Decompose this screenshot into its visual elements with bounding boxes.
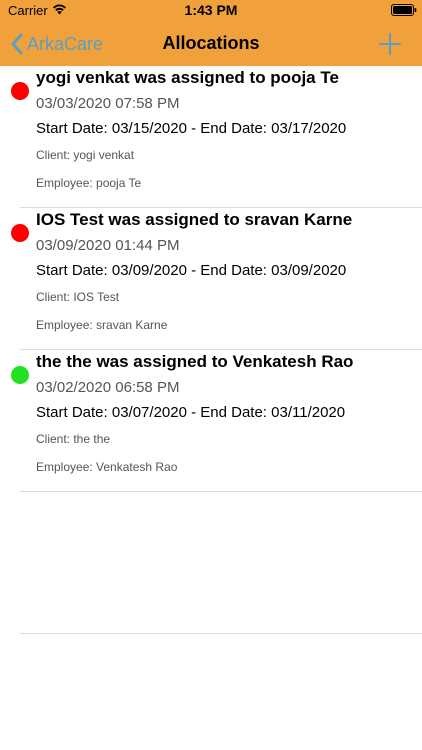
allocation-client: Client: the the (36, 432, 111, 446)
allocation-client: Client: yogi venkat (36, 148, 135, 162)
battery-full-icon (391, 4, 417, 16)
allocation-date-range: Start Date: 03/09/2020 - End Date: 03/09… (36, 262, 347, 279)
allocation-created-timestamp: 03/02/2020 06:58 PM (36, 379, 180, 396)
allocations-list: yogi venkat was assigned to pooja Te 03/… (0, 66, 422, 634)
allocation-created-timestamp: 03/03/2020 07:58 PM (36, 95, 180, 112)
empty-table-row (0, 492, 422, 634)
allocation-date-range: Start Date: 03/15/2020 - End Date: 03/17… (36, 120, 347, 137)
plus-icon[interactable] (378, 32, 402, 56)
allocation-title: the the was assigned to Venkatesh Rao (36, 352, 354, 371)
allocation-employee: Employee: Venkatesh Rao (36, 460, 178, 474)
allocation-date-range: Start Date: 03/07/2020 - End Date: 03/11… (36, 404, 346, 421)
status-bar: Carrier 1:43 PM (0, 0, 422, 22)
status-indicator-dot (11, 224, 29, 242)
allocation-row[interactable]: IOS Test was assigned to sravan Karne 03… (0, 208, 422, 350)
page-title: Allocations (162, 33, 260, 53)
allocation-employee: Employee: pooja Te (36, 176, 142, 190)
allocation-row[interactable]: yogi venkat was assigned to pooja Te 03/… (0, 66, 422, 208)
allocation-created-timestamp: 03/09/2020 01:44 PM (36, 237, 180, 254)
allocation-client: Client: IOS Test (36, 290, 120, 304)
allocation-row[interactable]: the the was assigned to Venkatesh Rao 03… (0, 350, 422, 492)
status-indicator-dot (11, 366, 29, 384)
status-indicator-dot (11, 82, 29, 100)
allocation-title: yogi venkat was assigned to pooja Te (36, 68, 339, 87)
navigation-bar: ArkaCare Allocations (0, 22, 422, 66)
row-divider (20, 633, 422, 634)
allocation-title: IOS Test was assigned to sravan Karne (36, 210, 353, 229)
header: Carrier 1:43 PM ArkaCare Allocations (0, 0, 422, 66)
status-time: 1:43 PM (184, 2, 238, 18)
allocation-employee: Employee: sravan Karne (36, 318, 168, 332)
